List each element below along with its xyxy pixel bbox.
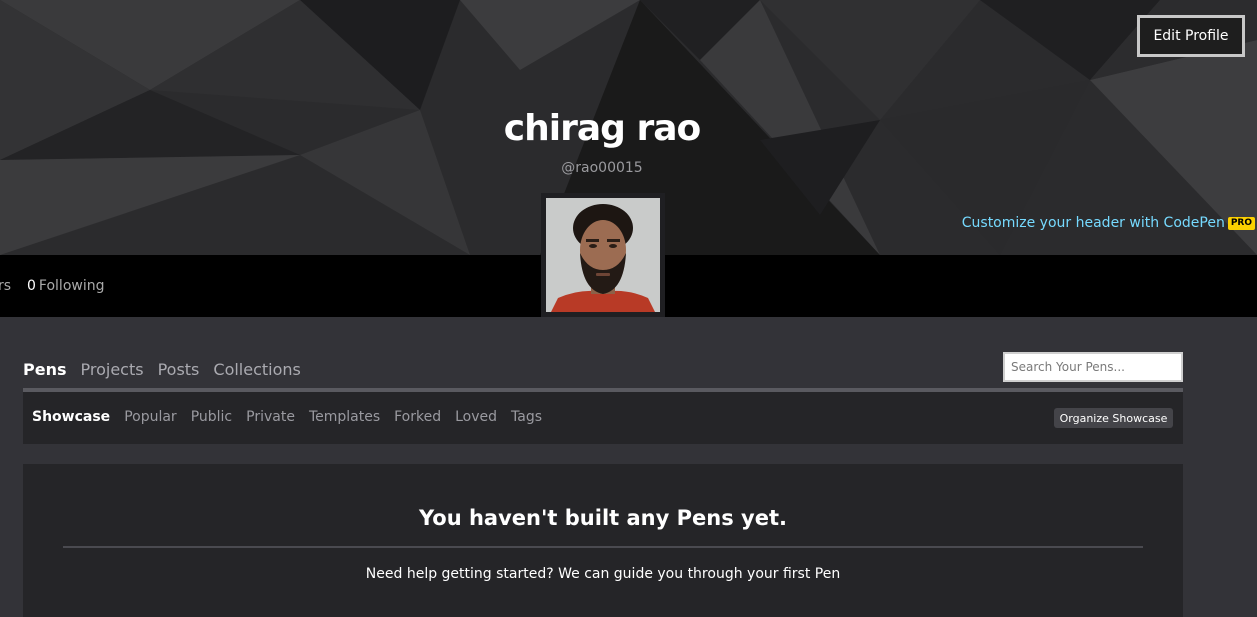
profile-tabs: Pens Projects Posts Collections [23,360,301,379]
following-count: 0 [27,278,36,294]
subtab-forked[interactable]: Forked [394,409,441,425]
subtab-templates[interactable]: Templates [309,409,380,425]
edit-profile-button[interactable]: Edit Profile [1137,15,1245,57]
pro-badge: PRO [1227,216,1255,230]
profile-handle: @rao00015 [561,160,643,176]
empty-state-title: You haven't built any Pens yet. [419,506,787,530]
following-label: Following [38,278,105,294]
tab-pens[interactable]: Pens [23,360,67,379]
subtab-showcase[interactable]: Showcase [32,409,110,425]
followers-stat[interactable]: rs [0,278,11,294]
tab-projects[interactable]: Projects [81,360,144,379]
customize-header-text: Customize your header with CodePen [961,215,1225,231]
subtab-tags[interactable]: Tags [511,409,542,425]
empty-state-panel [23,464,1183,617]
tab-posts[interactable]: Posts [158,360,200,379]
avatar[interactable] [541,193,665,317]
avatar-photo [546,198,660,312]
search-pens-input[interactable] [1003,352,1183,382]
pens-subtabs: Showcase Popular Public Private Template… [32,409,542,425]
subtab-private[interactable]: Private [246,409,295,425]
subtab-popular[interactable]: Popular [124,409,177,425]
empty-state-divider [63,546,1143,548]
subtab-public[interactable]: Public [191,409,232,425]
organize-showcase-button[interactable]: Organize Showcase [1054,408,1173,428]
tab-collections[interactable]: Collections [213,360,300,379]
customize-header-link[interactable]: Customize your header with CodePen PRO [962,215,1255,231]
followers-label-partial: rs [0,278,12,294]
empty-state-help-text: Need help getting started? We can guide … [365,566,841,582]
profile-name: chirag rao [503,108,701,149]
subtab-loved[interactable]: Loved [455,409,497,425]
following-stat[interactable]: 0 Following [27,278,105,294]
